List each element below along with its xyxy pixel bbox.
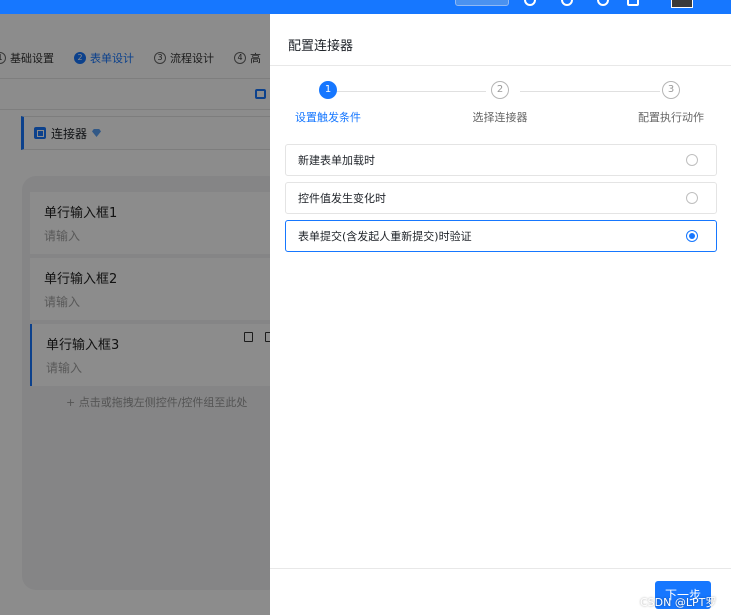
connector-drawer: 配置连接器 1 设置触发条件 2 选择连接器 3 配置执行动作 新建表单加载时 … bbox=[270, 23, 731, 615]
drawer-title: 配置连接器 bbox=[288, 38, 354, 54]
wizard-step-label: 选择连接器 bbox=[472, 111, 528, 124]
undo-icon[interactable] bbox=[597, 0, 609, 6]
radio-button[interactable] bbox=[686, 154, 698, 166]
wizard-steps: 1 设置触发条件 2 选择连接器 3 配置执行动作 bbox=[270, 66, 731, 136]
wizard-step-label: 设置触发条件 bbox=[295, 111, 361, 124]
wizard-step-connector: 2 选择连接器 bbox=[468, 81, 532, 125]
wizard-step-number: 3 bbox=[662, 81, 680, 99]
trigger-options: 新建表单加载时 控件值发生变化时 表单提交(含发起人重新提交)时验证 bbox=[285, 144, 717, 258]
top-header bbox=[0, 0, 731, 14]
wizard-step-action: 3 配置执行动作 bbox=[636, 81, 706, 125]
publish-button[interactable] bbox=[455, 0, 509, 6]
trigger-option[interactable]: 新建表单加载时 bbox=[285, 144, 717, 176]
radio-button-checked[interactable] bbox=[686, 230, 698, 242]
option-label: 控件值发生变化时 bbox=[298, 192, 386, 205]
help-icon[interactable] bbox=[561, 0, 573, 6]
option-label: 表单提交(含发起人重新提交)时验证 bbox=[298, 230, 472, 243]
wizard-step-number: 2 bbox=[491, 81, 509, 99]
option-label: 新建表单加载时 bbox=[298, 154, 375, 167]
drawer-header: 配置连接器 bbox=[270, 23, 731, 66]
connect-icon[interactable] bbox=[524, 0, 536, 6]
wizard-step-trigger: 1 设置触发条件 bbox=[294, 81, 362, 125]
radio-button[interactable] bbox=[686, 192, 698, 204]
trigger-option-selected[interactable]: 表单提交(含发起人重新提交)时验证 bbox=[285, 220, 717, 252]
wizard-step-label: 配置执行动作 bbox=[638, 111, 704, 124]
trigger-option[interactable]: 控件值发生变化时 bbox=[285, 182, 717, 214]
wizard-step-number: 1 bbox=[319, 81, 337, 99]
avatar[interactable] bbox=[671, 0, 693, 8]
export-icon[interactable] bbox=[627, 0, 639, 6]
modal-mask[interactable] bbox=[0, 14, 270, 615]
watermark: CSDN @LPT罗 bbox=[640, 596, 717, 609]
